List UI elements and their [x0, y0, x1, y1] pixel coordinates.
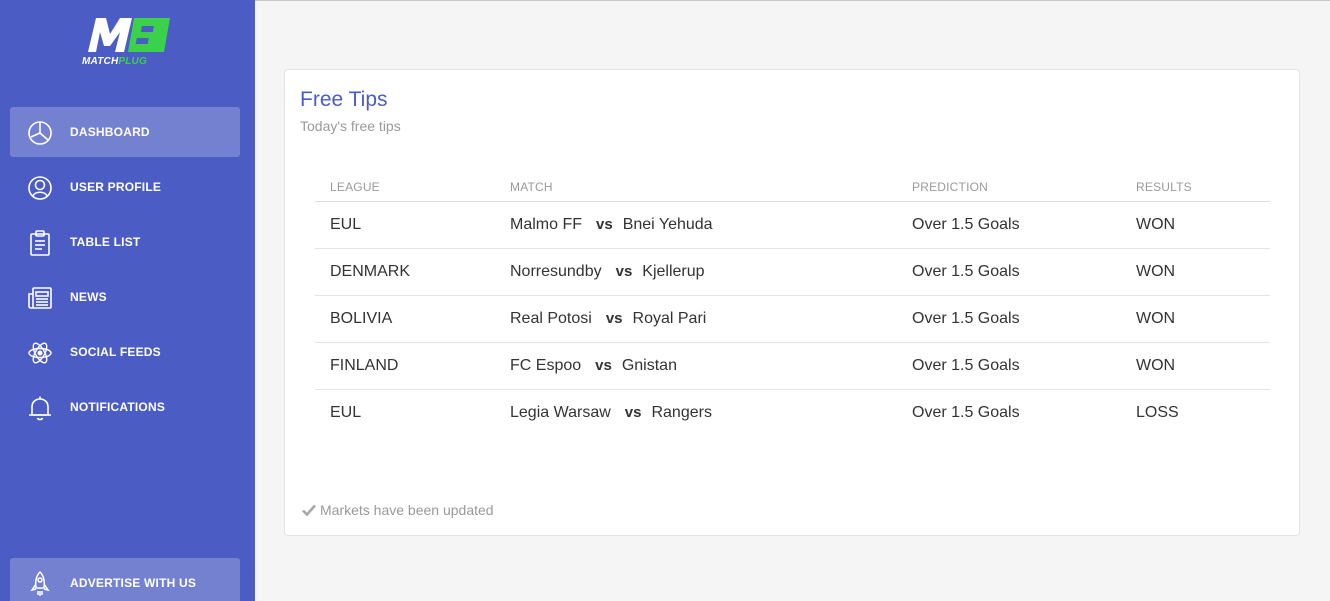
away-team: Gnistan — [621, 357, 677, 374]
column-header-results: RESULTS — [1136, 180, 1192, 194]
result-cell: LOSS — [1136, 404, 1179, 421]
card-subtitle: Today's free tips — [300, 118, 401, 134]
sidebar-item-label: TABLE LIST — [70, 235, 141, 249]
league-cell: FINLAND — [330, 357, 399, 374]
home-team: Real Potosi — [510, 310, 592, 327]
result-cell: WON — [1136, 216, 1176, 233]
rocket-icon — [26, 570, 54, 598]
result-cell: WON — [1136, 357, 1176, 374]
table-row[interactable]: EUL Malmo FF vs Bnei Yehuda Over 1.5 Goals… — [315, 202, 1270, 249]
sidebar-item-news[interactable]: NEWS — [10, 272, 240, 322]
logo-word-plug: PLUG — [118, 56, 147, 67]
sidebar-item-dashboard[interactable]: DASHBOARD — [10, 107, 240, 157]
vs-label: vs — [595, 357, 612, 374]
clipboard-icon — [26, 229, 54, 257]
column-header-prediction: PREDICTION — [912, 180, 989, 194]
user-circle-icon — [26, 174, 54, 202]
league-cell: EUL — [330, 404, 362, 421]
sidebar-item-social-feeds[interactable]: SOCIAL FEEDS — [10, 327, 240, 377]
league-cell: DENMARK — [330, 263, 411, 280]
column-header-league: LEAGUE — [330, 180, 380, 194]
prediction-cell: Over 1.5 Goals — [912, 310, 1020, 327]
card-footer: Markets have been updated — [302, 502, 494, 518]
free-tips-card: Free Tips Today's free tips LEAGUE MATCH… — [284, 69, 1300, 536]
table-row[interactable]: BOLIVIA Real Potosi vs Royal Pari Over 1.5… — [315, 296, 1270, 343]
prediction-cell: Over 1.5 Goals — [912, 357, 1020, 374]
table-row[interactable]: FINLAND FC Espoo vs Gnistan Over 1.5 Goals… — [315, 343, 1270, 390]
match-cell: Malmo FF vs Bnei Yehuda — [510, 216, 713, 234]
sidebar-item-advertise[interactable]: ADVERTISE WITH US — [10, 558, 240, 601]
footer-note-text: Markets have been updated — [320, 502, 494, 518]
sidebar-item-notifications[interactable]: NOTIFICATIONS — [10, 382, 240, 432]
bell-icon — [26, 394, 54, 422]
sidebar-item-label: ADVERTISE WITH US — [70, 576, 197, 590]
table-header: LEAGUE MATCH PREDICTION RESULTS — [315, 170, 1270, 202]
sidebar-item-label: USER PROFILE — [70, 180, 162, 194]
check-icon — [302, 503, 316, 517]
table-row[interactable]: EUL Legia Warsaw vs Rangers Over 1.5 Goals… — [315, 390, 1270, 436]
vs-label: vs — [624, 404, 642, 421]
column-header-match: MATCH — [510, 180, 553, 194]
sidebar-item-label: SOCIAL FEEDS — [70, 345, 161, 359]
away-team: Kjellerup — [642, 263, 705, 280]
table-row[interactable]: DENMARK Norresundby vs Kjellerup Over 1.5 … — [315, 249, 1270, 296]
sidebar-item-label: DASHBOARD — [70, 125, 150, 139]
newspaper-icon — [26, 284, 54, 312]
atom-icon — [26, 339, 54, 367]
sidebar-item-label: NEWS — [70, 290, 107, 304]
home-team: Malmo FF — [510, 216, 582, 233]
home-team: Norresundby — [510, 263, 602, 280]
logo-word-match: MATCH — [82, 56, 119, 67]
vs-label: vs — [605, 310, 623, 327]
pie-chart-icon — [26, 119, 54, 147]
result-cell: WON — [1136, 310, 1176, 327]
league-cell: EUL — [330, 216, 362, 233]
prediction-cell: Over 1.5 Goals — [912, 263, 1020, 280]
sidebar-item-table-list[interactable]: TABLE LIST — [10, 217, 240, 267]
match-cell: FC Espoo vs Gnistan — [510, 357, 677, 375]
match-cell: Legia Warsaw vs Rangers — [510, 404, 712, 422]
match-cell: Real Potosi vs Royal Pari — [510, 310, 706, 328]
vs-label: vs — [615, 263, 633, 280]
away-team: Rangers — [651, 404, 712, 421]
prediction-cell: Over 1.5 Goals — [912, 404, 1020, 421]
sidebar-item-user-profile[interactable]: USER PROFILE — [10, 162, 240, 212]
result-cell: WON — [1136, 263, 1176, 280]
card-title: Free Tips — [300, 88, 388, 111]
vs-label: vs — [596, 216, 613, 233]
home-team: Legia Warsaw — [510, 404, 611, 421]
league-cell: BOLIVIA — [330, 310, 393, 327]
tips-table: LEAGUE MATCH PREDICTION RESULTS EUL Malm… — [315, 170, 1270, 436]
away-team: Royal Pari — [632, 310, 707, 327]
match-cell: Norresundby vs Kjellerup — [510, 263, 705, 281]
sidebar-item-label: NOTIFICATIONS — [70, 400, 166, 414]
away-team: Bnei Yehuda — [622, 216, 713, 233]
logo-wordmark: MATCHPLUG — [82, 56, 147, 67]
prediction-cell: Over 1.5 Goals — [912, 216, 1020, 233]
sidebar: MATCHPLUG DASHBOARD USER PROFILE TABLE L… — [0, 0, 255, 601]
home-team: FC Espoo — [510, 357, 582, 374]
